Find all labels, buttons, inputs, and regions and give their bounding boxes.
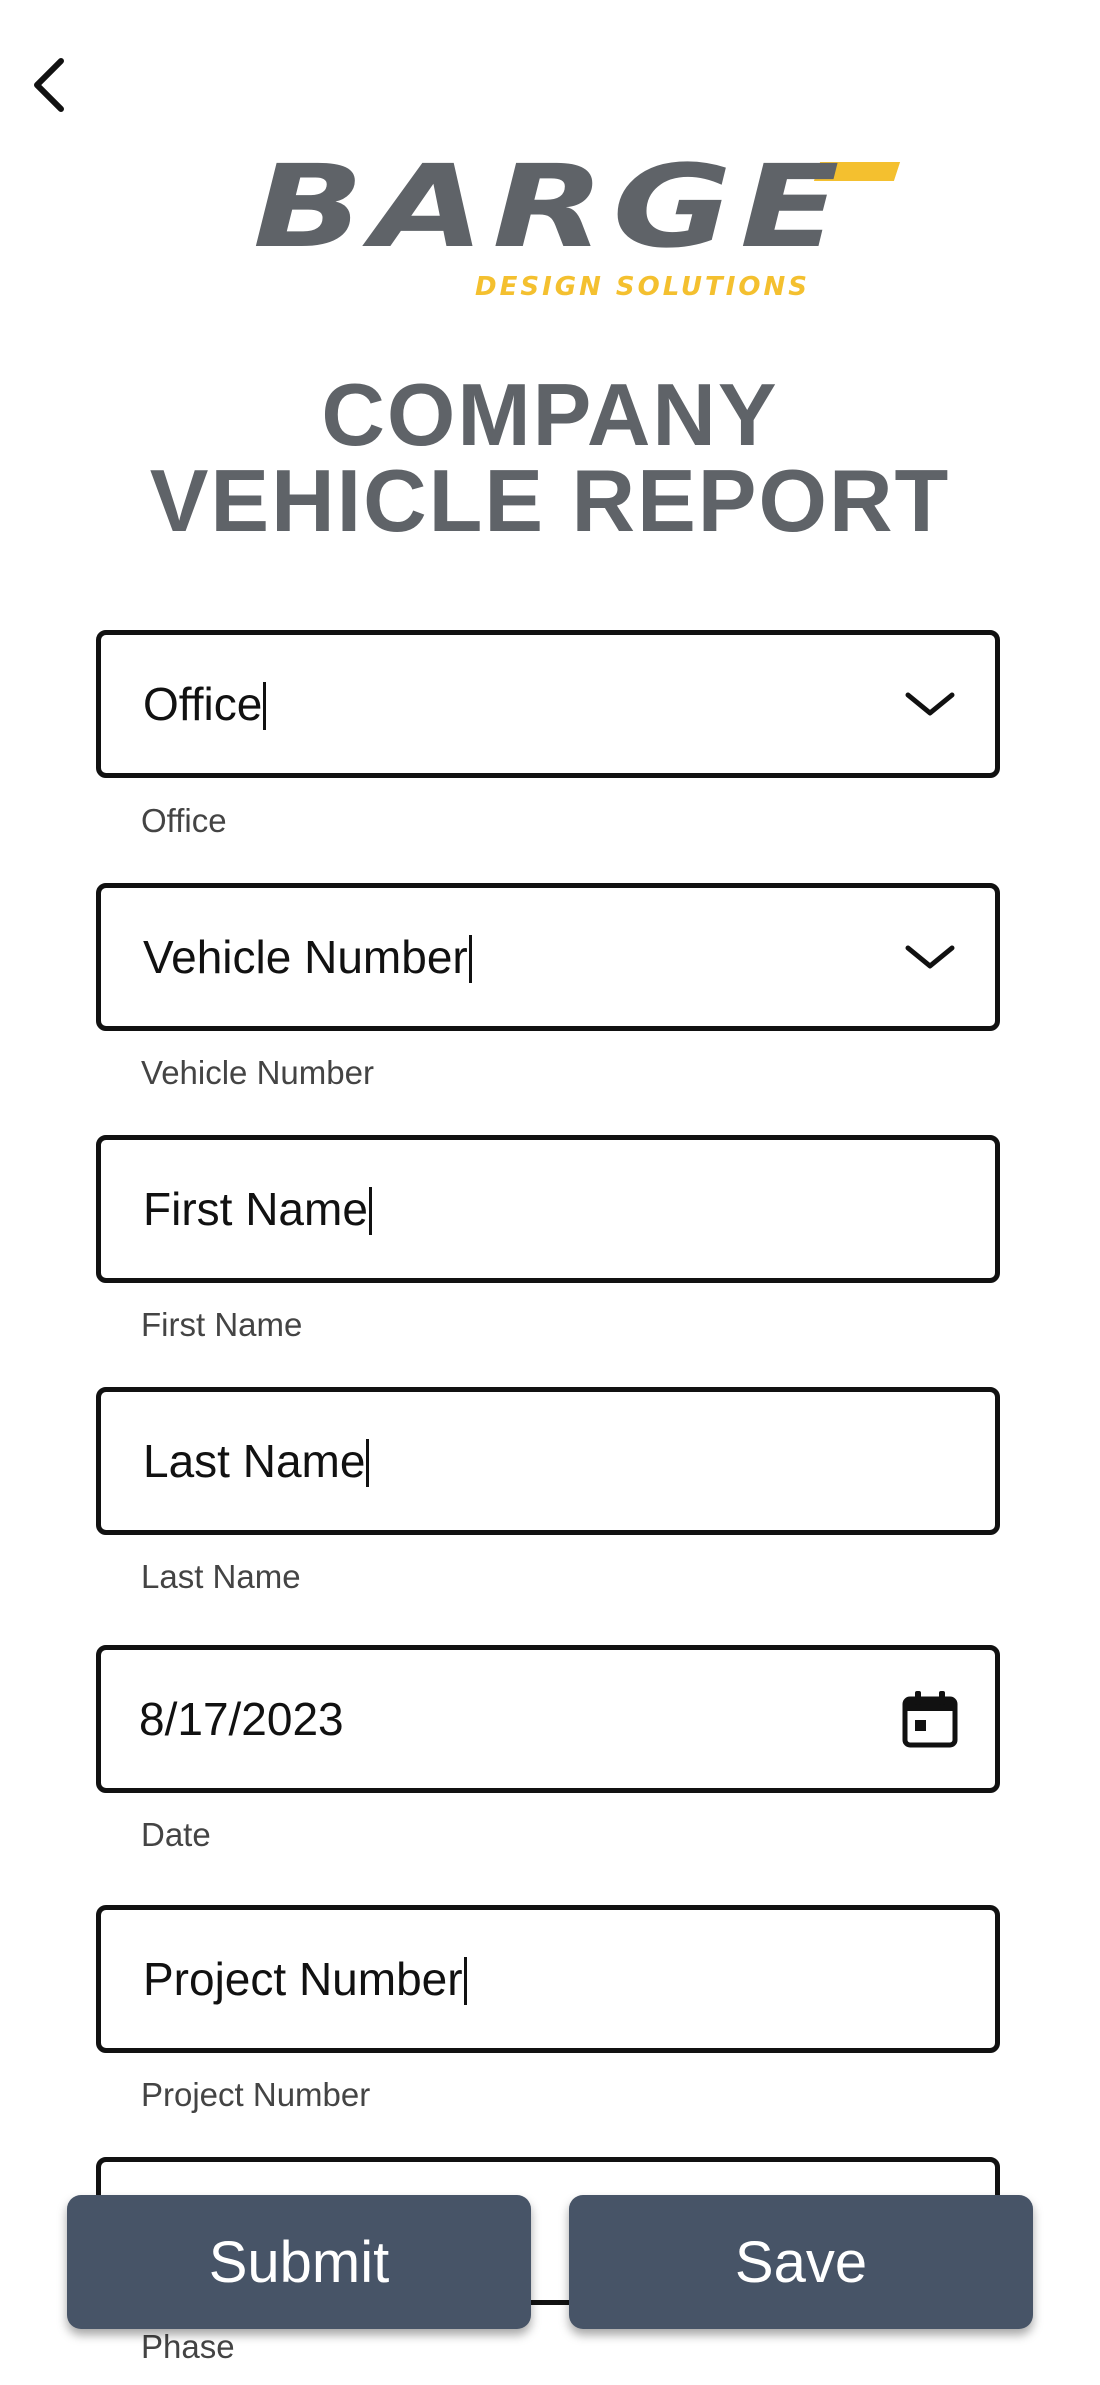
text-caret	[366, 1439, 370, 1487]
office-value-wrap: Office	[143, 678, 267, 730]
project-number-value-wrap: Project Number	[143, 1953, 467, 2005]
phase-helper-label: Phase	[141, 2328, 235, 2365]
first-name-helper-label: First Name	[141, 1306, 303, 1343]
project-number-field[interactable]: Project Number	[96, 1905, 1000, 2053]
office-helper-label: Office	[141, 802, 227, 839]
logo-wordmark: BARGE	[252, 140, 848, 273]
page-title: COMPANY VEHICLE REPORT	[0, 365, 1100, 550]
last-name-helper-label: Last Name	[141, 1558, 301, 1595]
date-field[interactable]: 8/17/2023	[96, 1645, 1000, 1793]
logo-tagline: DESIGN SOLUTIONS	[475, 272, 810, 302]
vehicle-number-helper-label: Vehicle Number	[141, 1054, 374, 1091]
project-number-value: Project Number	[143, 1953, 463, 2005]
text-caret	[368, 1187, 372, 1235]
office-value: Office	[143, 678, 263, 730]
last-name-field[interactable]: Last Name	[96, 1387, 1000, 1535]
date-helper-label: Date	[141, 1816, 211, 1853]
text-caret	[463, 1957, 467, 2005]
office-dropdown[interactable]: Office	[96, 630, 1000, 778]
vehicle-number-dropdown[interactable]: Vehicle Number	[96, 883, 1000, 1031]
submit-button[interactable]: Submit	[67, 2195, 531, 2329]
chevron-down-icon[interactable]	[901, 928, 959, 986]
project-number-helper-label: Project Number	[141, 2076, 371, 2113]
save-button[interactable]: Save	[569, 2195, 1033, 2329]
last-name-value: Last Name	[143, 1435, 366, 1487]
first-name-field[interactable]: First Name	[96, 1135, 1000, 1283]
barge-logo: BARGE DESIGN SOLUTIONS	[205, 150, 901, 310]
page-title-line-2: VEHICLE REPORT	[149, 451, 951, 550]
last-name-value-wrap: Last Name	[143, 1435, 370, 1487]
page-title-line-1: COMPANY	[321, 365, 779, 464]
date-value: 8/17/2023	[139, 1693, 344, 1745]
text-caret	[468, 935, 472, 983]
vehicle-number-value-wrap: Vehicle Number	[143, 931, 472, 983]
calendar-icon[interactable]	[901, 1690, 959, 1748]
first-name-value-wrap: First Name	[143, 1183, 372, 1235]
vehicle-number-value: Vehicle Number	[143, 931, 468, 983]
chevron-down-icon[interactable]	[901, 675, 959, 733]
text-caret	[263, 682, 267, 730]
chevron-left-icon	[34, 58, 64, 112]
back-button[interactable]	[14, 50, 84, 120]
first-name-value: First Name	[143, 1183, 368, 1235]
